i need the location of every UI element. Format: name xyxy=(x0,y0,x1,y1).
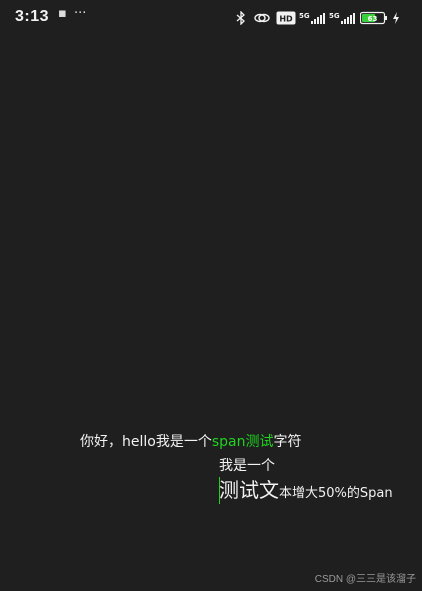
line1-suffix: 字符 xyxy=(273,434,302,450)
line2-second-row: 测试文本增大50%的Span xyxy=(219,476,393,504)
svg-text:HD: HD xyxy=(279,15,293,24)
battery-icon: 63 xyxy=(360,10,388,26)
line2-rest: 本增大50%的Span xyxy=(279,486,393,501)
span-demo-text-line1: 你好，hello我是一个span测试字符 xyxy=(80,432,301,452)
svg-text:5G: 5G xyxy=(299,12,310,20)
line1-prefix: 你好，hello我是一个 xyxy=(80,434,212,450)
more-notifications-icon: ··· xyxy=(74,6,87,21)
svg-text:63: 63 xyxy=(368,15,378,23)
signal-strength-1: 5G xyxy=(299,10,327,26)
svg-text:5G: 5G xyxy=(329,12,340,20)
notification-icon: ▪ xyxy=(58,6,67,21)
bluetooth-icon xyxy=(235,10,247,26)
signal-strength-2: 5G xyxy=(329,10,357,26)
charging-icon xyxy=(391,10,401,26)
status-bar: 3:13 ▪ ··· HD 5G 5G 63 xyxy=(0,0,422,36)
line2-first-row: 我是一个 xyxy=(219,458,275,474)
hd-icon: HD xyxy=(276,10,296,26)
content-area: 你好，hello我是一个span测试字符 我是一个 测试文本增大50%的Span… xyxy=(0,36,422,591)
watermark: CSDN @三三是该溜子 xyxy=(314,574,416,585)
link-icon xyxy=(253,10,271,26)
span-demo-text-block2[interactable]: 我是一个 测试文本增大50%的Span xyxy=(219,456,422,504)
status-time: 3:13 xyxy=(15,8,50,25)
line1-accent-span: span测试 xyxy=(211,434,274,450)
enlarged-span: 测试文 xyxy=(219,478,279,502)
